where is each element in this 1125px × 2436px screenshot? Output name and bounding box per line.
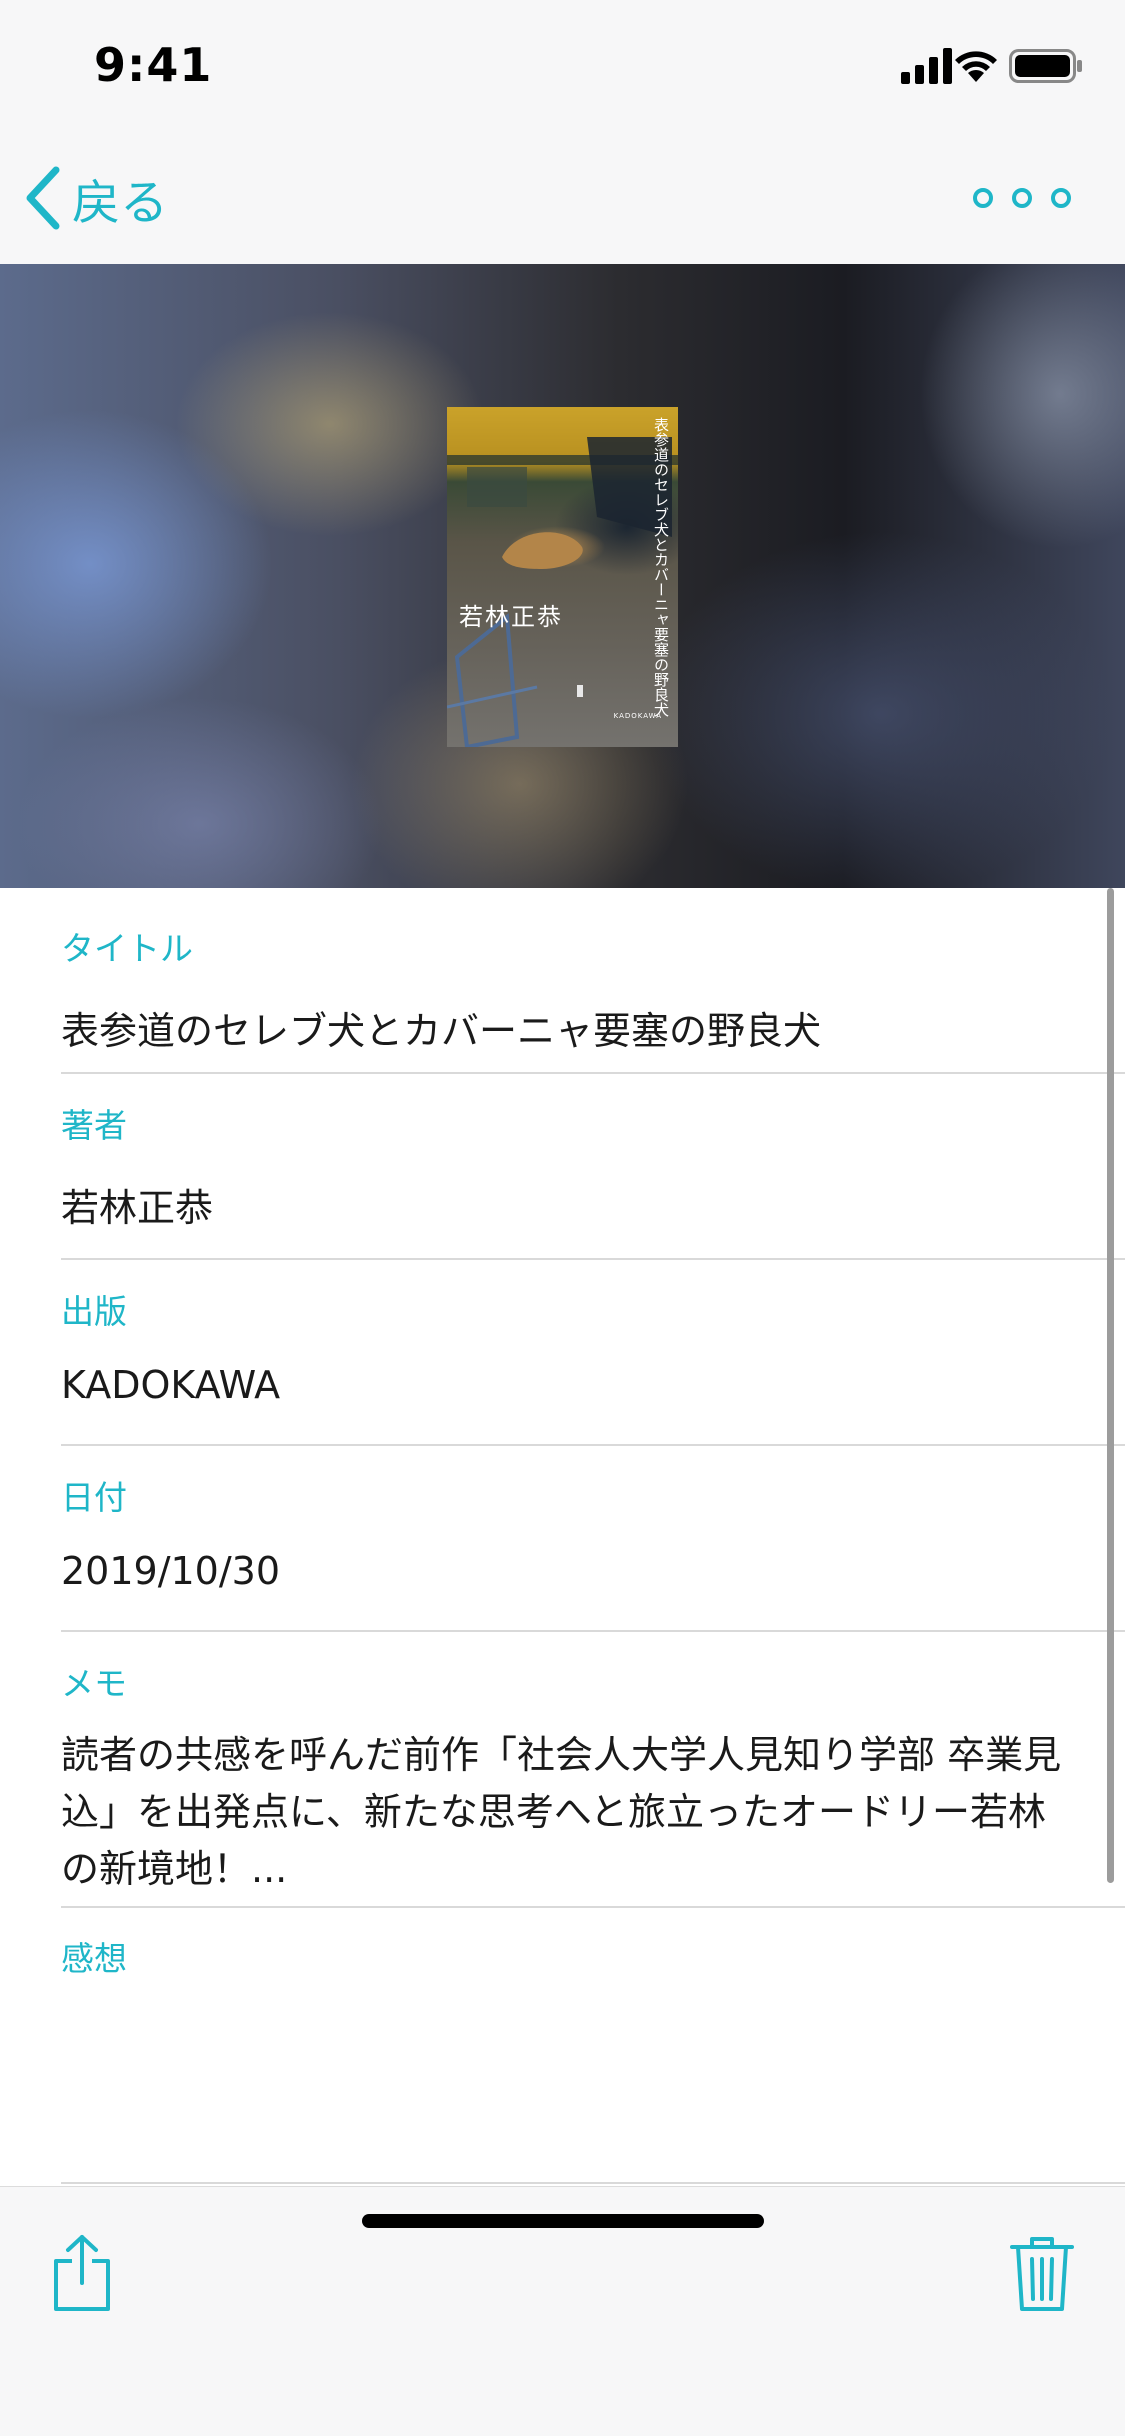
trash-button[interactable] <box>1010 2233 1074 2313</box>
more-icon <box>973 188 1071 208</box>
memo-value: 読者の共感を呼んだ前作「社会人大学人見知り学部 卒業見込」を出発点に、新たな思考… <box>61 1733 1062 1891</box>
wifi-icon <box>955 51 997 82</box>
cellular-signal-icon <box>901 48 952 84</box>
publisher-label: 出版 <box>61 1292 127 1331</box>
book-cover-image[interactable]: 表参道のセレブ犬とカバーニャ要塞の野良犬 若林正恭 KADOKAWA <box>447 407 678 747</box>
back-label: 戻る <box>72 175 169 231</box>
nav-bar: 戻る <box>0 132 1125 264</box>
impression-label: 感想 <box>61 1939 127 1978</box>
date-field[interactable]: 日付 2019/10/30 <box>61 1471 1125 1593</box>
author-value: 若林正恭 <box>61 1186 214 1230</box>
publisher-field[interactable]: 出版 KADOKAWA <box>61 1285 1125 1407</box>
publisher-value: KADOKAWA <box>61 1363 281 1407</box>
scroll-indicator[interactable] <box>1107 888 1114 1883</box>
divider <box>61 1444 1125 1446</box>
home-indicator[interactable] <box>362 2214 764 2228</box>
book-cover-hero: 表参道のセレブ犬とカバーニャ要塞の野良犬 若林正恭 KADOKAWA <box>0 264 1125 888</box>
divider <box>61 1906 1125 1908</box>
date-label: 日付 <box>61 1478 127 1517</box>
impression-field[interactable]: 感想 <box>61 1932 1125 2010</box>
status-time: 9:41 <box>94 38 213 92</box>
cover-title: 表参道のセレブ犬とカバーニャ要塞の野良犬 <box>652 417 670 717</box>
chevron-left-icon <box>26 166 60 230</box>
author-field[interactable]: 著者 若林正恭 <box>61 1099 1125 1232</box>
status-bar: 9:41 <box>0 0 1125 132</box>
title-field[interactable]: タイトル 表参道のセレブ犬とカバーニャ要塞の野良犬 <box>61 922 1125 1055</box>
share-icon <box>54 2235 110 2311</box>
author-label: 著者 <box>61 1106 127 1145</box>
title-value: 表参道のセレブ犬とカバーニャ要塞の野良犬 <box>61 1009 822 1053</box>
cover-publisher: KADOKAWA <box>613 712 662 720</box>
cover-author: 若林正恭 <box>459 603 563 631</box>
more-button[interactable] <box>969 178 1079 218</box>
memo-field[interactable]: メモ 読者の共感を呼んだ前作「社会人大学人見知り学部 卒業見込」を出発点に、新た… <box>61 1657 1125 1898</box>
memo-label: メモ <box>61 1664 127 1703</box>
date-value: 2019/10/30 <box>61 1549 281 1593</box>
trash-icon <box>1010 2237 1074 2311</box>
battery-icon <box>1009 49 1082 83</box>
divider <box>61 1630 1125 1632</box>
back-button[interactable]: 戻る <box>22 160 168 236</box>
divider <box>61 1072 1125 1074</box>
divider <box>61 2182 1125 2184</box>
title-label: タイトル <box>61 929 193 968</box>
cover-photo-art <box>447 437 678 747</box>
share-button[interactable] <box>50 2233 114 2313</box>
divider <box>61 1258 1125 1260</box>
